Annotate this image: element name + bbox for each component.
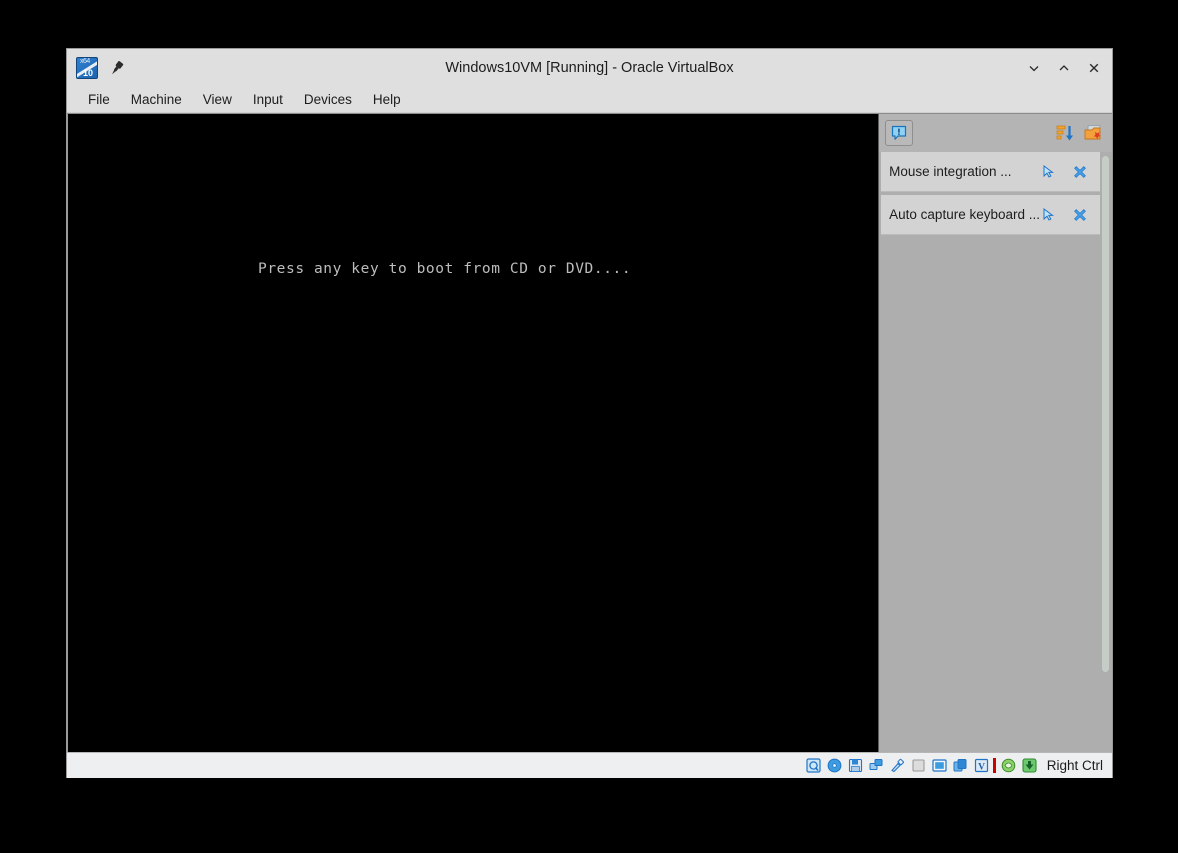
network-icon[interactable] xyxy=(869,758,885,774)
mouse-pointer-icon[interactable] xyxy=(1040,207,1056,223)
scrollbar-thumb[interactable] xyxy=(1102,156,1109,672)
remove-finished-icon[interactable] xyxy=(1082,122,1104,144)
shared-folders-icon[interactable] xyxy=(911,758,927,774)
host-key-icon[interactable] xyxy=(1022,758,1038,774)
notification-center-panel: Mouse integration ... Auto capture keybo… xyxy=(878,114,1112,752)
menu-item-help[interactable]: Help xyxy=(364,89,410,110)
list-item[interactable]: Mouse integration ... xyxy=(881,152,1100,192)
usb-icon[interactable] xyxy=(890,758,906,774)
minimize-button[interactable] xyxy=(1026,60,1042,76)
menu-bar: File Machine View Input Devices Help xyxy=(67,87,1112,113)
windows10-vm-icon: x64 10 xyxy=(76,57,98,79)
sort-descending-icon[interactable] xyxy=(1054,122,1076,144)
maximize-button[interactable] xyxy=(1056,60,1072,76)
close-button[interactable] xyxy=(1086,60,1102,76)
notification-toolbar xyxy=(879,114,1112,152)
desktop-background: x64 10 Windows10VM [Running] - Oracle Vi… xyxy=(0,0,1178,853)
keyboard-cursor-indicator xyxy=(992,758,996,773)
floppy-disk-icon[interactable] xyxy=(848,758,864,774)
display-icon[interactable] xyxy=(932,758,948,774)
dismiss-icon[interactable] xyxy=(1072,207,1088,223)
host-key-label: Right Ctrl xyxy=(1046,758,1103,773)
vm-icon-arch-label: x64 xyxy=(80,58,90,65)
optical-disk-icon[interactable] xyxy=(827,758,843,774)
window-titlebar: x64 10 Windows10VM [Running] - Oracle Vi… xyxy=(67,49,1112,87)
window-title: Windows10VM [Running] - Oracle VirtualBo… xyxy=(445,60,734,76)
virtualbox-vm-window: x64 10 Windows10VM [Running] - Oracle Vi… xyxy=(66,48,1113,778)
window-body: Press any key to boot from CD or DVD.... xyxy=(67,113,1112,752)
list-item[interactable]: Auto capture keyboard ... xyxy=(881,195,1100,235)
notification-label: Auto capture keyboard ... xyxy=(889,207,1040,222)
notification-list: Mouse integration ... Auto capture keybo… xyxy=(879,152,1112,752)
svg-text:V: V xyxy=(978,762,985,772)
dismiss-icon[interactable] xyxy=(1072,164,1088,180)
menu-item-input[interactable]: Input xyxy=(244,89,292,110)
recording-icon[interactable] xyxy=(953,758,969,774)
hard-disk-icon[interactable] xyxy=(806,758,822,774)
notification-scrollbar[interactable] xyxy=(1101,152,1110,752)
vm-icon-version-label: 10 xyxy=(82,68,93,78)
boot-prompt-text: Press any key to boot from CD or DVD.... xyxy=(258,261,632,277)
notification-bubble-icon[interactable] xyxy=(885,120,914,146)
status-bar: V Right Ctrl xyxy=(67,752,1112,778)
menu-item-view[interactable]: View xyxy=(194,89,241,110)
virtualbox-logo-icon[interactable]: V xyxy=(974,758,990,774)
window-controls xyxy=(1026,49,1102,87)
notification-actions xyxy=(1040,164,1094,180)
mouse-capture-icon[interactable] xyxy=(1001,758,1017,774)
titlebar-left-group: x64 10 xyxy=(67,57,126,79)
menu-item-machine[interactable]: Machine xyxy=(122,89,191,110)
pin-icon[interactable] xyxy=(108,59,126,77)
menu-item-file[interactable]: File xyxy=(79,89,119,110)
vm-guest-screen[interactable]: Press any key to boot from CD or DVD.... xyxy=(67,114,879,752)
mouse-pointer-icon[interactable] xyxy=(1040,164,1056,180)
notification-actions xyxy=(1040,207,1094,223)
menu-item-devices[interactable]: Devices xyxy=(295,89,361,110)
notification-label: Mouse integration ... xyxy=(889,164,1012,179)
